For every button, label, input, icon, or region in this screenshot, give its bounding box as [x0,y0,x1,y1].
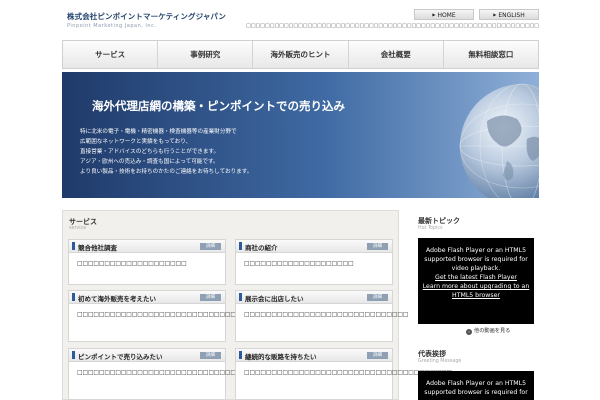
card-title[interactable]: 初めて海外販売を考えたい [78,293,156,303]
nav-item-overseas-tips[interactable]: 海外販売のヒント [253,41,349,68]
card-header: 継続的な販路を持ちたい 詳細 [236,349,392,362]
card-body: □□□□□□□□□□□□□□□□□□□□ [77,261,187,267]
video-message: Adobe Flash Player or an HTML5 supported… [424,380,528,396]
company-name: 株式会社ピンポイントマーケティングジャパン [67,12,226,21]
service-card-pinpoint-sales: ピンポイントで売り込みたい 詳細 □□□□□□□□□□□□□□□□□□□□□□□… [68,348,286,400]
detail-button[interactable]: 詳細 [367,243,388,250]
circle-arrow-icon: › [466,329,472,335]
detail-button[interactable]: 詳細 [200,294,221,301]
hot-topics-subtitle: Hot Topics [418,226,443,231]
main-nav: サービス 事例研究 海外販売のヒント 会社概要 無料相談窓口 [62,40,539,69]
detail-button[interactable]: 詳細 [200,352,221,359]
service-card-trade-show: 展示会に出店したい 詳細 □□□□□□□□□□□□□□□□□□□□□□□□□□□… [235,290,409,342]
hero-line: 直接営業・アドバイスのどちらも行うことができます。 [80,149,220,155]
video-player-hot-topics[interactable]: Adobe Flash Player or an HTML5 supported… [418,238,534,324]
card-body: □□□□□□□□□□□□□□□□□□□□□□□□□□□□□□ [244,312,409,318]
video-message: Adobe Flash Player or an HTML5 supported… [424,247,528,272]
card-header: 展示会に出店したい 詳細 [236,291,392,304]
detail-button[interactable]: 詳細 [200,243,221,250]
detail-button[interactable]: 詳細 [367,294,388,301]
company-name-en: Pinpoint Marketing Japan, Inc. [67,23,157,29]
card-header: ピンポイントで売り込みたい 詳細 [69,349,225,362]
card-header: 競合他社調査 詳細 [69,240,225,253]
nav-item-free-consultation[interactable]: 無料相談窓口 [444,41,538,68]
video-player-greeting[interactable]: Adobe Flash Player or an HTML5 supported… [418,371,534,400]
nav-item-services[interactable]: サービス [63,41,159,68]
card-title[interactable]: 競合他社調査 [78,242,117,252]
hero-description: 特に北米の電子・電機・精密機器・検査機器等の産業財分野で 広範囲なネットワークと… [80,127,252,177]
nav-item-case-studies[interactable]: 事例研究 [158,41,254,68]
service-card-first-overseas-sales: 初めて海外販売を考えたい 詳細 □□□□□□□□□□□□□□□□□□□□□□□□… [68,290,242,342]
more-videos-link[interactable]: › 他の動画を見る [466,327,510,335]
card-title[interactable]: 展示会に出店したい [245,293,304,303]
card-title[interactable]: ピンポイントで売り込みたい [78,351,163,361]
hero-line: 特に北米の電子・電機・精密機器・検査機器等の産業財分野で [80,129,237,135]
card-header: 初めて海外販売を考えたい 詳細 [69,291,225,304]
company-logo[interactable]: 株式会社ピンポイントマーケティングジャパン Pinpoint Marketing… [67,11,226,29]
card-title[interactable]: 商社の紹介 [245,242,278,252]
nav-item-company[interactable]: 会社概要 [349,41,444,68]
greeting-title: 代表挨拶 [418,350,446,358]
card-title[interactable]: 継続的な販路を持ちたい [245,351,317,361]
hero-title: 海外代理店網の構築・ピンポイントでの売り込み [92,99,345,113]
hero-line: より良い製品・技術をお持ちのかたのご連絡をお待ちしております。 [80,169,253,175]
home-button[interactable]: ▶ HOME [414,9,474,20]
service-card-competitor-research: 競合他社調査 詳細 □□□□□□□□□□□□□□□□□□□□ [68,239,226,285]
greeting-subtitle: Greeting Message [418,359,462,364]
html5-upgrade-link[interactable]: Learn more about upgrading to an HTML5 b… [418,282,534,300]
services-panel: サービス service 競合他社調査 詳細 □□□□□□□□□□□□□□□□□… [62,210,453,400]
service-card-trading-company: 商社の紹介 詳細 □□□□□□□□□□□□□□□□□□□□ [235,239,393,285]
triangle-right-icon: ▶ [432,12,436,17]
services-subtitle: service [69,226,87,231]
detail-button[interactable]: 詳細 [367,352,388,359]
hero-line: 広範囲なネットワークと実績をもっており、 [80,139,192,145]
english-button[interactable]: ▶ ENGLISH [479,9,539,20]
card-body: □□□□□□□□□□□□□□□□□□□□□□□□□□□□□□□□□□□□□□ [244,370,453,376]
hero-line: アジア・欧州への売込み・調査も国によって可能です。 [80,159,219,165]
header-tagline: □□□□□□□□□□□□□□□□□□□□□□□□□□□□□□□□□□□□□□□□… [246,23,539,29]
card-body: □□□□□□□□□□□□□□□□□□□□□□□□□□□□□□□□□□□□□□ [77,370,286,376]
hero-banner: 海外代理店網の構築・ピンポイントでの売り込み 特に北米の電子・電機・精密機器・検… [62,72,539,198]
globe-illustration [459,83,539,198]
service-card-continuous-channel: 継続的な販路を持ちたい 詳細 □□□□□□□□□□□□□□□□□□□□□□□□□… [235,348,453,400]
triangle-right-icon: ▶ [493,12,497,17]
flash-player-link[interactable]: Get the latest Flash Player [418,273,534,282]
card-header: 商社の紹介 詳細 [236,240,392,253]
card-body: □□□□□□□□□□□□□□□□□□□□ [244,261,354,267]
hot-topics-title: 最新トピック [418,217,460,225]
card-body: □□□□□□□□□□□□□□□□□□□□□□□□□□□□□□ [77,312,242,318]
